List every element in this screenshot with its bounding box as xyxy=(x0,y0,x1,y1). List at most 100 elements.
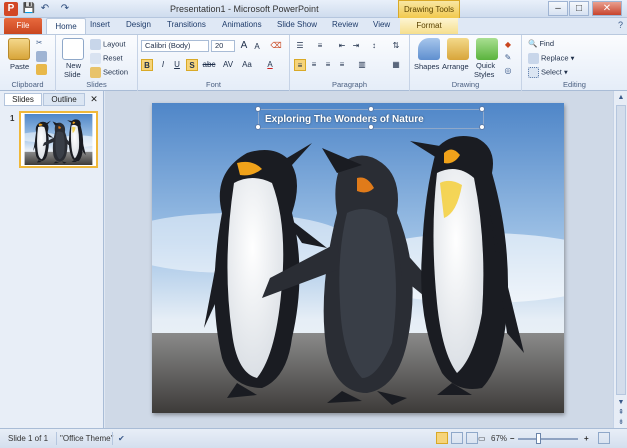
tab-transitions[interactable]: Transitions xyxy=(167,20,206,29)
resize-handle-ne[interactable] xyxy=(479,106,485,112)
resize-handle-sw[interactable] xyxy=(255,124,261,130)
tab-review[interactable]: Review xyxy=(332,20,358,29)
reset-button[interactable]: Reset xyxy=(103,53,123,62)
find-icon[interactable]: 🔍 xyxy=(528,39,537,48)
grow-font-button[interactable]: A xyxy=(238,40,250,52)
slide-sorter-icon[interactable] xyxy=(451,432,463,444)
format-painter-icon[interactable] xyxy=(36,64,47,75)
help-icon[interactable]: ? xyxy=(618,20,623,30)
minimize-button[interactable]: – xyxy=(548,1,568,16)
align-center-icon[interactable]: ≡ xyxy=(308,59,320,71)
tab-animations[interactable]: Animations xyxy=(222,20,262,29)
smartart-icon[interactable]: ▦ xyxy=(390,59,402,71)
slide-canvas[interactable]: Exploring The Wonders of Nature xyxy=(152,103,564,413)
numbering-icon[interactable]: ≡ xyxy=(314,40,326,52)
fit-to-window-icon[interactable] xyxy=(598,432,610,444)
normal-view-icon[interactable] xyxy=(436,432,448,444)
zoom-out-button[interactable]: – xyxy=(510,434,514,443)
select-button[interactable]: Select xyxy=(541,67,562,76)
new-slide-label-1[interactable]: New xyxy=(66,61,81,70)
font-color-button[interactable]: A xyxy=(264,59,276,71)
close-window-button[interactable]: ✕ xyxy=(592,1,622,16)
tab-format[interactable]: Format xyxy=(400,18,458,34)
quick-styles-label-2[interactable]: Styles xyxy=(474,70,494,79)
paste-icon[interactable] xyxy=(8,38,30,60)
columns-icon[interactable]: ▥ xyxy=(356,59,368,71)
character-spacing-button[interactable]: AV xyxy=(220,59,236,71)
quick-styles-icon[interactable] xyxy=(476,38,498,60)
shapes-button[interactable]: Shapes xyxy=(414,62,439,71)
tab-home[interactable]: Home xyxy=(46,18,86,35)
slide-title[interactable]: Exploring The Wonders of Nature xyxy=(265,114,424,125)
italic-button[interactable]: I xyxy=(157,59,169,71)
copy-icon[interactable] xyxy=(36,51,47,62)
font-size-dropdown[interactable]: 20 xyxy=(211,40,235,52)
section-icon[interactable] xyxy=(90,67,101,78)
reset-icon[interactable] xyxy=(90,53,101,64)
reading-view-icon[interactable] xyxy=(466,432,478,444)
resize-handle-n[interactable] xyxy=(368,106,374,112)
tab-view[interactable]: View xyxy=(373,20,390,29)
text-shadow-button[interactable]: S xyxy=(186,59,198,71)
align-left-icon[interactable]: ≡ xyxy=(294,59,306,71)
cut-icon[interactable]: ✂ xyxy=(36,38,42,47)
section-button[interactable]: Section xyxy=(103,67,128,76)
text-direction-icon[interactable]: ⇅ xyxy=(390,40,402,52)
resize-handle-se[interactable] xyxy=(479,124,485,130)
save-icon[interactable]: 💾 xyxy=(22,2,36,16)
theme-name[interactable]: "Office Theme" xyxy=(60,434,113,443)
zoom-level[interactable]: 67% xyxy=(491,434,507,443)
shape-effects-icon[interactable]: ◎ xyxy=(502,65,514,77)
replace-button[interactable]: Replace xyxy=(541,53,569,62)
underline-button[interactable]: U xyxy=(171,59,183,71)
increase-indent-icon[interactable]: ⇥ xyxy=(350,40,362,52)
quick-styles-label-1[interactable]: Quick xyxy=(476,61,495,70)
font-family-dropdown[interactable]: Calibri (Body) xyxy=(141,40,209,52)
zoom-slider-track[interactable] xyxy=(518,438,578,440)
select-icon[interactable] xyxy=(528,67,539,78)
clear-formatting-icon[interactable]: ⌫ xyxy=(270,40,282,52)
layout-button[interactable]: Layout xyxy=(103,39,126,48)
decrease-indent-icon[interactable]: ⇤ xyxy=(336,40,348,52)
line-spacing-icon[interactable]: ↕ xyxy=(368,40,380,52)
vertical-scrollbar[interactable]: ▲ ▼ ⇞ ⇟ xyxy=(613,91,627,428)
spell-check-icon[interactable]: ✔ xyxy=(118,434,125,443)
shapes-icon[interactable] xyxy=(418,38,440,60)
find-button[interactable]: Find xyxy=(539,39,554,48)
slide-thumbnail[interactable] xyxy=(18,111,102,168)
tab-design[interactable]: Design xyxy=(126,20,151,29)
layout-icon[interactable] xyxy=(90,39,101,50)
tab-file[interactable]: File xyxy=(4,18,42,34)
maximize-button[interactable]: □ xyxy=(569,1,589,16)
paste-button[interactable]: Paste xyxy=(10,62,29,71)
arrange-button[interactable]: Arrange xyxy=(442,62,469,71)
tab-insert[interactable]: Insert xyxy=(90,20,110,29)
tab-outline[interactable]: Outline xyxy=(43,93,85,106)
tab-slides[interactable]: Slides xyxy=(4,93,42,106)
scroll-thumb[interactable] xyxy=(616,105,626,395)
strikethrough-button[interactable]: abc xyxy=(201,59,217,71)
next-slide-icon[interactable]: ⇟ xyxy=(615,417,627,428)
arrange-icon[interactable] xyxy=(447,38,469,60)
tab-slide-show[interactable]: Slide Show xyxy=(277,20,317,29)
shape-outline-icon[interactable]: ✎ xyxy=(502,52,514,64)
undo-icon[interactable]: ↶ xyxy=(38,2,52,16)
replace-icon[interactable] xyxy=(528,53,539,64)
title-textbox[interactable]: Exploring The Wonders of Nature xyxy=(255,106,485,130)
powerpoint-app-icon[interactable]: P xyxy=(4,2,18,16)
new-slide-icon[interactable] xyxy=(62,38,84,60)
justify-icon[interactable]: ≡ xyxy=(336,59,348,71)
resize-handle-nw[interactable] xyxy=(255,106,261,112)
scroll-up-icon[interactable]: ▲ xyxy=(615,92,627,103)
redo-icon[interactable]: ↷ xyxy=(58,2,72,16)
zoom-slider-thumb[interactable] xyxy=(536,433,541,444)
close-pane-icon[interactable]: ✕ xyxy=(88,93,100,106)
shape-fill-icon[interactable]: ◆ xyxy=(502,39,514,51)
shrink-font-button[interactable]: A xyxy=(251,41,263,53)
zoom-in-button[interactable]: + xyxy=(584,434,589,443)
bullets-icon[interactable]: ☰ xyxy=(294,40,306,52)
new-slide-label-2[interactable]: Slide xyxy=(64,70,81,79)
slide-show-icon[interactable]: ▭ xyxy=(478,434,486,443)
bold-button[interactable]: B xyxy=(141,59,153,71)
change-case-button[interactable]: Aa xyxy=(239,59,255,71)
